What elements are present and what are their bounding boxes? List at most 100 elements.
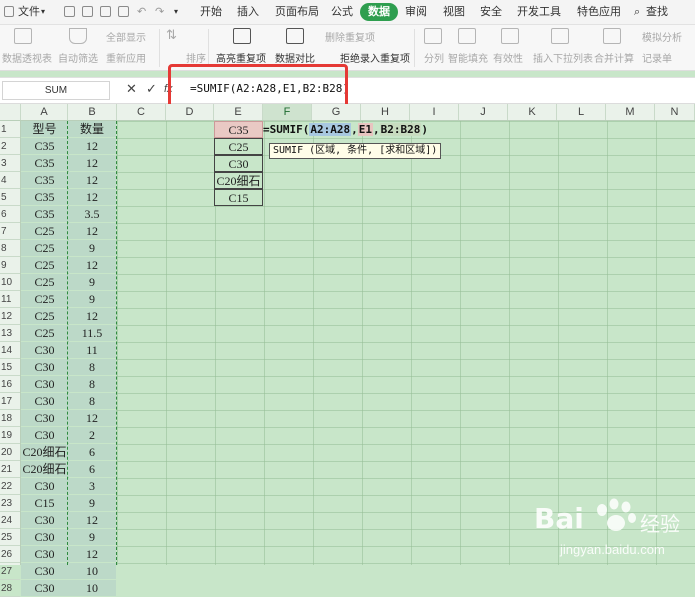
tab-view[interactable]: 视图 (443, 0, 465, 24)
split-column-button[interactable]: 分列 (424, 50, 444, 65)
row-header[interactable]: 21 (0, 461, 20, 478)
row-header[interactable]: 17 (0, 393, 20, 410)
table-cell-model[interactable]: C20细石 (21, 461, 68, 477)
table-cell-model[interactable]: C25 (21, 223, 68, 239)
table-cell-model[interactable]: C30 (21, 427, 68, 443)
table-cell-quantity[interactable]: 9 (68, 529, 116, 545)
table-cell-quantity[interactable]: 9 (68, 495, 116, 511)
column-header-a[interactable]: A (21, 104, 68, 120)
column-header-l[interactable]: L (557, 104, 606, 120)
reject-duplicates-button[interactable]: 拒绝录入重复项 (340, 50, 410, 65)
pivot-table-icon[interactable] (14, 28, 32, 44)
remove-duplicates-button[interactable]: 删除重复项 (325, 29, 375, 44)
table-cell-model[interactable]: C30 (21, 478, 68, 494)
simulate-analysis-button[interactable]: 模拟分析 (642, 29, 682, 44)
insert-dropdown-button[interactable]: 插入下拉列表 (533, 50, 593, 65)
header-cell-quantity[interactable]: 数量 (68, 121, 116, 137)
validity-icon[interactable] (501, 28, 519, 44)
tab-developer[interactable]: 开发工具 (517, 0, 561, 24)
table-cell-quantity[interactable]: 8 (68, 376, 116, 392)
row-header[interactable]: 24 (0, 512, 20, 529)
reapply-button[interactable]: 重新应用 (106, 50, 146, 65)
column-header-k[interactable]: K (508, 104, 557, 120)
table-cell-quantity[interactable]: 12 (68, 155, 116, 171)
consolidate-button[interactable]: 合并计算 (594, 50, 634, 65)
table-cell-quantity[interactable]: 10 (68, 563, 116, 579)
table-cell-model[interactable]: C25 (21, 291, 68, 307)
table-cell-quantity[interactable]: 12 (68, 257, 116, 273)
column-header-e[interactable]: E (214, 104, 263, 120)
table-cell-quantity[interactable]: 6 (68, 444, 116, 460)
tab-home[interactable]: 开始 (200, 0, 222, 24)
criteria-cell[interactable]: C25 (214, 138, 263, 155)
table-cell-model[interactable]: C30 (21, 529, 68, 545)
table-cell-quantity[interactable]: 12 (68, 223, 116, 239)
table-cell-quantity[interactable]: 9 (68, 291, 116, 307)
search-icon[interactable]: ⌕ (634, 0, 640, 24)
menu-icon[interactable] (4, 6, 14, 17)
column-header-d[interactable]: D (166, 104, 214, 120)
column-header-b[interactable]: B (68, 104, 117, 120)
tab-security[interactable]: 安全 (480, 0, 502, 24)
row-header[interactable]: 14 (0, 342, 20, 359)
table-cell-quantity[interactable]: 12 (68, 308, 116, 324)
confirm-icon[interactable]: ✓ (146, 81, 157, 97)
column-header-m[interactable]: M (606, 104, 655, 120)
consolidate-icon[interactable] (603, 28, 621, 44)
row-header[interactable]: 23 (0, 495, 20, 512)
row-header[interactable]: 18 (0, 410, 20, 427)
row-header[interactable]: 8 (0, 240, 20, 257)
undo-icon[interactable]: ↶ (137, 0, 146, 24)
row-header[interactable]: 22 (0, 478, 20, 495)
tab-review[interactable]: 审阅 (405, 0, 427, 24)
column-header-h[interactable]: H (361, 104, 410, 120)
redo-icon[interactable]: ↷ (155, 0, 164, 24)
row-header[interactable]: 3 (0, 155, 20, 172)
row-header[interactable]: 5 (0, 189, 20, 206)
autofilter-button[interactable]: 自动筛选 (58, 50, 98, 65)
table-cell-quantity[interactable]: 3.5 (68, 206, 116, 222)
table-cell-quantity[interactable]: 12 (68, 546, 116, 562)
table-cell-model[interactable]: C25 (21, 240, 68, 256)
chevron-down-icon[interactable]: ▾ (174, 0, 178, 24)
row-header[interactable]: 7 (0, 223, 20, 240)
table-cell-model[interactable]: C25 (21, 308, 68, 324)
tab-page-layout[interactable]: 页面布局 (275, 0, 319, 24)
table-cell-model[interactable]: C25 (21, 257, 68, 273)
row-header[interactable]: 11 (0, 291, 20, 308)
record-form-button[interactable]: 记录单 (642, 50, 672, 65)
highlight-duplicates-button[interactable]: 高亮重复项 (216, 50, 266, 65)
show-all-button[interactable]: 全部显示 (106, 29, 146, 44)
column-header-f[interactable]: F (263, 104, 312, 120)
tab-special[interactable]: 特色应用 (577, 0, 621, 24)
validity-button[interactable]: 有效性 (493, 50, 523, 65)
table-cell-quantity[interactable]: 12 (68, 512, 116, 528)
row-header[interactable]: 25 (0, 529, 20, 546)
row-header[interactable]: 2 (0, 138, 20, 155)
row-header[interactable]: 4 (0, 172, 20, 189)
tab-insert[interactable]: 插入 (237, 0, 259, 24)
row-header[interactable]: 15 (0, 359, 20, 376)
row-header[interactable]: 16 (0, 376, 20, 393)
table-cell-model[interactable]: C15 (21, 495, 68, 511)
row-header[interactable]: 1 (0, 121, 20, 138)
name-box[interactable]: SUM (2, 81, 110, 100)
row-header[interactable]: 19 (0, 427, 20, 444)
table-cell-quantity[interactable]: 9 (68, 274, 116, 290)
criteria-cell[interactable]: C20细石 (214, 172, 263, 189)
column-header-g[interactable]: G (312, 104, 361, 120)
table-cell-quantity[interactable]: 11.5 (68, 325, 116, 341)
smart-fill-button[interactable]: 智能填充 (448, 50, 488, 65)
column-header-i[interactable]: I (410, 104, 459, 120)
table-cell-quantity[interactable]: 8 (68, 359, 116, 375)
table-cell-model[interactable]: C35 (21, 138, 68, 154)
select-all-corner[interactable] (0, 104, 21, 120)
row-header[interactable]: 13 (0, 325, 20, 342)
table-cell-model[interactable]: C30 (21, 393, 68, 409)
data-compare-button[interactable]: 数据对比 (275, 50, 315, 65)
data-compare-icon[interactable] (286, 28, 304, 44)
table-cell-quantity[interactable]: 12 (68, 410, 116, 426)
file-menu[interactable]: 文件 (18, 0, 40, 24)
table-cell-model[interactable]: C30 (21, 546, 68, 562)
split-column-icon[interactable] (424, 28, 442, 44)
